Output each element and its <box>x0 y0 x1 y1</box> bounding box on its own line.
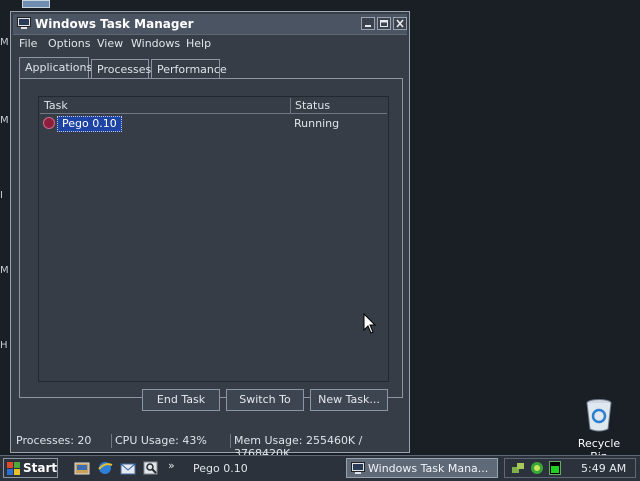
cpu-meter-icon[interactable] <box>549 461 561 475</box>
end-task-button[interactable]: End Task <box>142 389 220 411</box>
menu-view[interactable]: View <box>97 37 123 50</box>
network-icon[interactable] <box>511 461 525 475</box>
new-task-button[interactable]: New Task... <box>310 389 388 411</box>
close-icon <box>396 19 404 28</box>
tab-performance[interactable]: Performance <box>151 59 227 79</box>
show-desktop-icon[interactable] <box>74 460 90 476</box>
maximize-button[interactable] <box>377 17 391 30</box>
task-name: Pego 0.10 <box>57 116 122 132</box>
menu-help[interactable]: Help <box>186 37 211 50</box>
close-button[interactable] <box>393 17 407 30</box>
desktop-icon-partial[interactable] <box>22 0 50 8</box>
system-tray: 5:49 AM <box>504 458 636 478</box>
desktop-icon-label-partial: I <box>0 190 3 201</box>
mouse-cursor-icon <box>363 313 377 334</box>
minimize-icon <box>365 25 371 27</box>
recycle-bin-icon <box>586 399 612 432</box>
task-manager-icon <box>351 462 365 474</box>
taskbar: Start » Pego 0.10 Windows Task Mana... 5… <box>0 455 640 481</box>
tab-processes[interactable]: Processes <box>91 59 151 79</box>
taskbar-button-pego[interactable]: Pego 0.10 <box>187 458 342 478</box>
quick-launch-more-chevron[interactable]: » <box>168 459 175 472</box>
application-icon <box>43 117 55 129</box>
maximize-icon <box>380 20 388 27</box>
menu-bar: File Options View Windows Help <box>13 35 407 53</box>
status-processes: Processes: 20 <box>13 434 112 448</box>
menu-windows[interactable]: Windows <box>131 37 180 50</box>
task-list[interactable]: Task Status Pego 0.10 Running <box>38 96 389 382</box>
menu-file[interactable]: File <box>19 37 37 50</box>
start-label: Start <box>23 461 58 475</box>
task-manager-window[interactable]: Windows Task Manager File Options View W… <box>10 11 410 460</box>
windows-logo-icon <box>7 462 20 475</box>
window-titlebar[interactable]: Windows Task Manager <box>13 14 407 35</box>
desktop-icon-label-partial: M <box>0 115 9 126</box>
desktop-icon-label-partial: M <box>0 265 9 276</box>
taskbar-button-label: Pego 0.10 <box>193 462 248 475</box>
clock[interactable]: 5:49 AM <box>581 462 626 475</box>
outlook-express-icon[interactable] <box>120 460 136 476</box>
column-task[interactable]: Task <box>40 98 291 113</box>
tab-applications[interactable]: Applications <box>19 57 92 79</box>
table-row[interactable]: Pego 0.10 Running <box>41 116 386 132</box>
taskbar-button-task-manager[interactable]: Windows Task Mana... <box>346 458 498 478</box>
minimize-button[interactable] <box>361 17 375 30</box>
search-icon[interactable] <box>143 460 159 476</box>
start-button[interactable]: Start <box>3 458 58 478</box>
recycle-bin[interactable]: Recycle Bin <box>568 398 630 463</box>
internet-explorer-icon[interactable] <box>97 460 113 476</box>
status-mem-usage: Mem Usage: 255460K / 3768420K <box>234 434 363 460</box>
task-status: Running <box>294 117 340 130</box>
menu-options[interactable]: Options <box>48 37 90 50</box>
taskbar-button-label: Windows Task Mana... <box>368 462 489 475</box>
security-icon[interactable] <box>530 461 544 475</box>
column-status[interactable]: Status <box>291 98 388 113</box>
task-manager-icon <box>17 17 31 29</box>
switch-to-button[interactable]: Switch To <box>226 389 304 411</box>
status-bar: Processes: 20 CPU Usage: 43% Mem Usage: … <box>13 432 407 460</box>
desktop-icon-label-partial: H <box>0 340 8 351</box>
status-cpu-usage: CPU Usage: 43% <box>112 434 231 448</box>
task-list-header: Task Status <box>40 98 387 114</box>
window-title: Windows Task Manager <box>35 17 194 31</box>
desktop-icon-label-partial: M <box>0 37 9 48</box>
